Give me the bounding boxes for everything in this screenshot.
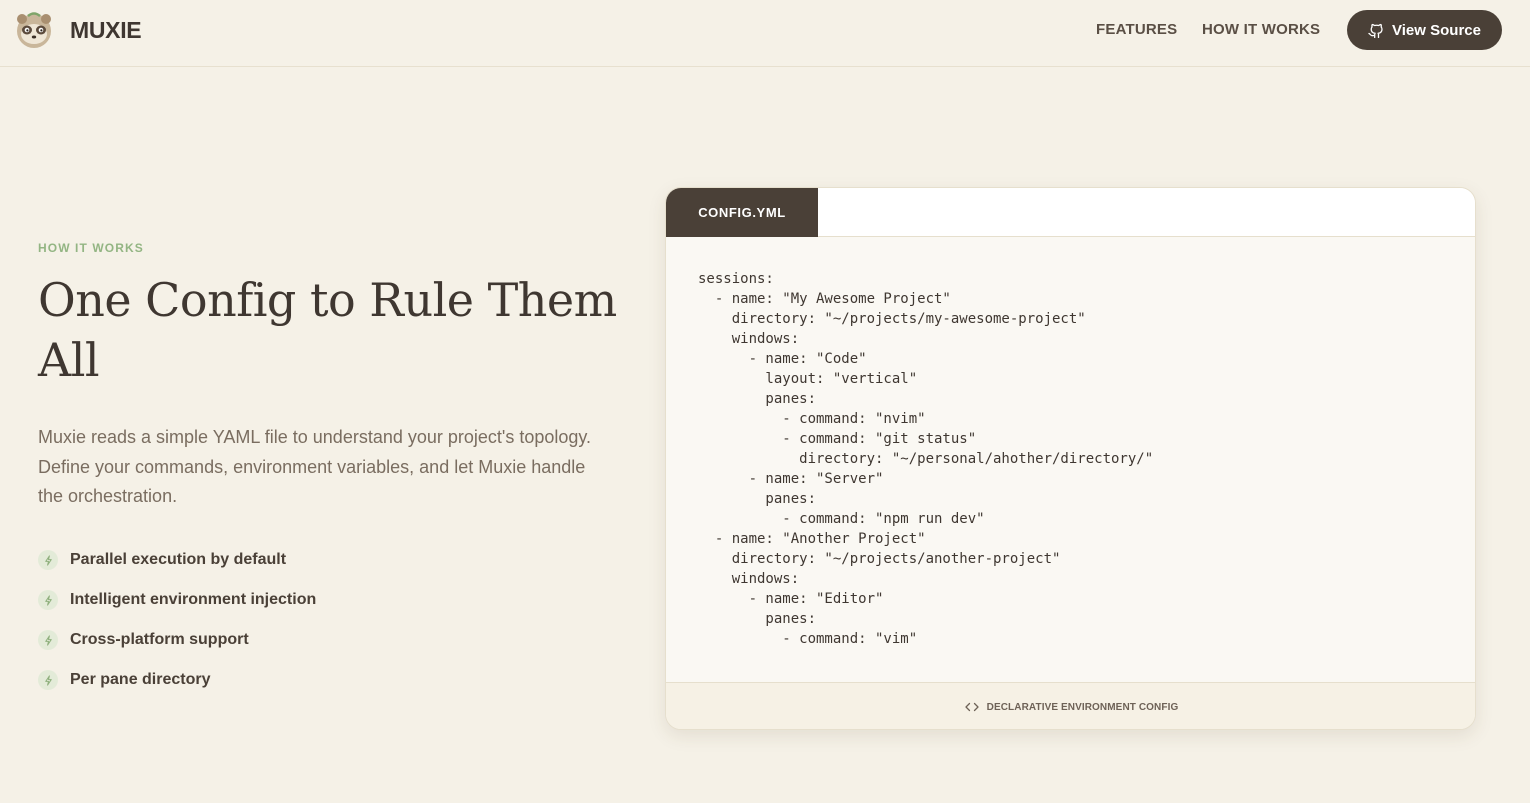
bolt-icon <box>38 630 58 650</box>
section-eyebrow: HOW IT WORKS <box>38 241 144 255</box>
section-description: Muxie reads a simple YAML file to unders… <box>38 427 592 506</box>
view-source-button[interactable]: View Source <box>1347 10 1502 50</box>
view-source-label: View Source <box>1392 21 1481 39</box>
feature-item: Intelligent environment injection <box>38 580 316 620</box>
nav-how-it-works-link[interactable]: HOW IT WORKS <box>1202 21 1320 38</box>
code-card-footer: DECLARATIVE ENVIRONMENT CONFIG <box>666 682 1475 729</box>
feature-label: Intelligent environment injection <box>70 591 317 608</box>
feature-item: Per pane directory <box>38 660 316 700</box>
bolt-icon <box>38 670 58 690</box>
raccoon-logo-icon[interactable] <box>14 10 54 50</box>
brand-name[interactable]: MUXIE <box>70 17 142 44</box>
feature-label: Per pane directory <box>70 671 211 688</box>
config-code-card: CONFIG.YML sessions: - name: "My Awesome… <box>665 187 1476 730</box>
feature-label: Parallel execution by default <box>70 551 287 568</box>
bolt-icon <box>38 590 58 610</box>
feature-label: Cross-platform support <box>70 631 249 648</box>
code-tab-bar: CONFIG.YML <box>666 188 1475 237</box>
yaml-code-block: sessions: - name: "My Awesome Project" d… <box>698 271 1154 647</box>
github-icon <box>1368 23 1383 38</box>
section-headline: One Config to Rule Them All <box>38 273 617 387</box>
feature-item: Cross-platform support <box>38 620 316 660</box>
footer-label: DECLARATIVE ENVIRONMENT CONFIG <box>986 701 1179 713</box>
nav-features-link[interactable]: FEATURES <box>1096 21 1177 38</box>
feature-list: Parallel execution by default Intelligen… <box>38 540 316 700</box>
feature-item: Parallel execution by default <box>38 540 316 580</box>
site-header: MUXIE FEATURES HOW IT WORKS View Source <box>0 0 1530 67</box>
tab-config-yml[interactable]: CONFIG.YML <box>666 188 818 237</box>
code-brackets-icon <box>964 702 979 712</box>
bolt-icon <box>38 550 58 570</box>
